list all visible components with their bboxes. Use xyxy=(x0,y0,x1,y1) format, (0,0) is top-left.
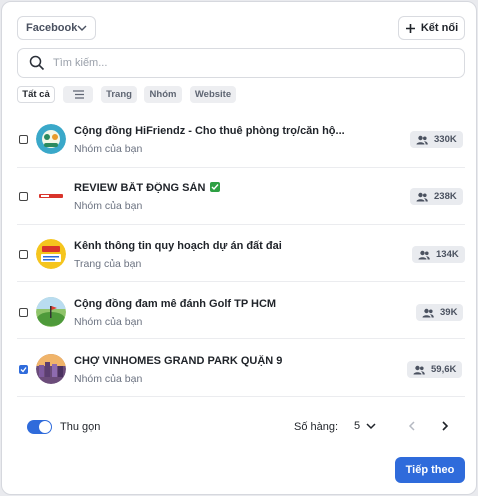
rows-per-page-label: Số hàng: xyxy=(294,421,339,433)
member-count: 134K xyxy=(436,249,459,260)
row-checkbox[interactable] xyxy=(19,365,28,374)
collapse-toggle-label: Thu gọn xyxy=(60,421,101,433)
item-subtitle: Nhóm của bạn xyxy=(74,200,143,212)
search-input[interactable] xyxy=(53,57,453,69)
list-item[interactable]: Cộng đồng HiFriendz - Cho thuê phòng trọ… xyxy=(17,111,465,168)
member-count-badge: 59,6K xyxy=(407,361,463,378)
member-count-badge: 39K xyxy=(416,304,464,321)
item-subtitle: Nhóm của bạn xyxy=(74,316,143,328)
item-subtitle: Trang của bạn xyxy=(74,258,142,270)
users-icon xyxy=(413,365,425,374)
rows-per-page-select[interactable]: 5 xyxy=(354,420,376,432)
connect-button[interactable]: Kết nối xyxy=(398,16,465,40)
item-title: REVIEW BẤT ĐỘNG SẢN xyxy=(74,182,221,194)
item-subtitle: Nhóm của bạn xyxy=(74,373,143,385)
plus-icon xyxy=(405,23,415,33)
next-button[interactable]: Tiếp theo xyxy=(395,457,465,483)
item-subtitle: Nhóm của bạn xyxy=(74,143,143,155)
member-count: 330K xyxy=(434,134,457,145)
users-icon xyxy=(416,192,428,201)
chip-pages[interactable]: Trang xyxy=(101,86,137,103)
connect-button-label: Kết nối xyxy=(420,22,459,34)
list-item[interactable]: CHỢ VINHOMES GRAND PARK QUẬN 9 Nhóm của … xyxy=(17,339,465,397)
item-title: Cộng đồng đam mê đánh Golf TP HCM xyxy=(74,298,277,310)
users-icon xyxy=(418,250,430,259)
chevron-down-icon xyxy=(77,25,87,31)
row-checkbox[interactable] xyxy=(19,135,28,144)
integration-panel: Facebook Kết nối Tất cả Trang Nhóm Websi… xyxy=(1,1,477,495)
row-checkbox[interactable] xyxy=(19,250,28,259)
avatar xyxy=(36,181,66,211)
list-item[interactable]: Kênh thông tin quy hoạch dự án đất đai T… xyxy=(17,225,465,282)
chip-groups[interactable]: Nhóm xyxy=(144,86,182,103)
avatar xyxy=(36,239,66,269)
platform-select[interactable]: Facebook xyxy=(17,16,96,40)
list-item[interactable]: Cộng đồng đam mê đánh Golf TP HCM Nhóm c… xyxy=(17,282,465,339)
chip-all[interactable]: Tất cả xyxy=(17,86,55,103)
users-icon xyxy=(422,308,434,317)
chip-list[interactable] xyxy=(63,86,93,103)
platform-select-value: Facebook xyxy=(26,22,78,34)
avatar xyxy=(36,124,66,154)
search-icon xyxy=(29,55,45,71)
users-icon xyxy=(416,135,428,144)
item-title: Cộng đồng HiFriendz - Cho thuê phòng trọ… xyxy=(74,125,345,137)
check-mark-button-icon xyxy=(210,182,221,192)
avatar xyxy=(36,354,66,384)
row-checkbox[interactable] xyxy=(19,308,28,317)
search-box[interactable] xyxy=(17,48,465,78)
chevron-down-icon xyxy=(366,423,376,430)
member-count: 238K xyxy=(434,191,457,202)
checkmark-icon xyxy=(20,367,27,373)
avatar xyxy=(36,297,66,327)
member-count-badge: 238K xyxy=(410,188,463,205)
item-title: Kênh thông tin quy hoạch dự án đất đai xyxy=(74,240,282,252)
member-count-badge: 134K xyxy=(412,246,465,263)
item-title: CHỢ VINHOMES GRAND PARK QUẬN 9 xyxy=(74,355,283,367)
member-count: 39K xyxy=(440,307,458,318)
member-count: 59,6K xyxy=(431,364,457,375)
chevron-left-icon[interactable] xyxy=(406,420,418,432)
chip-website[interactable]: Website xyxy=(190,86,236,103)
member-count-badge: 330K xyxy=(410,131,463,148)
list-icon xyxy=(72,90,84,99)
chevron-right-icon[interactable] xyxy=(439,420,451,432)
row-checkbox[interactable] xyxy=(19,192,28,201)
collapse-toggle[interactable] xyxy=(27,420,52,434)
list-item[interactable]: REVIEW BẤT ĐỘNG SẢN Nhóm của bạn 238K xyxy=(17,168,465,225)
rows-per-page-value: 5 xyxy=(354,420,361,432)
